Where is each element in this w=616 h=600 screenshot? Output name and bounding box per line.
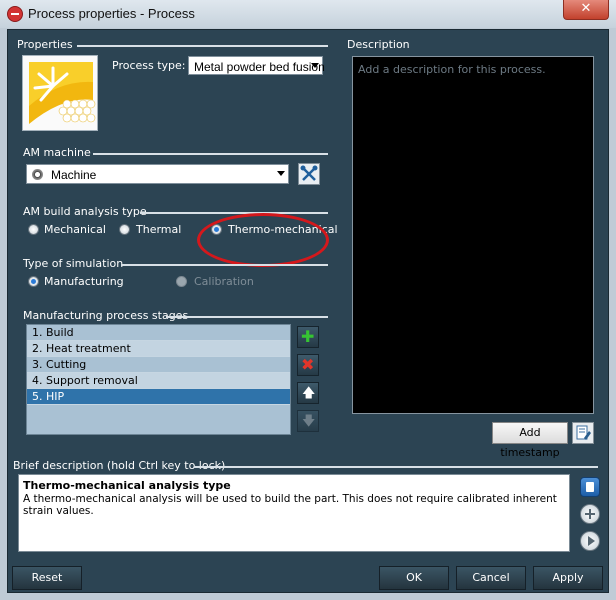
process-type-value: Metal powder bed fusion	[194, 60, 325, 74]
simulation-divider	[121, 264, 328, 266]
list-item[interactable]: 5. HIP	[27, 389, 290, 405]
chevron-down-icon	[277, 171, 285, 176]
delete-icon: ✖	[301, 355, 315, 374]
floppy-disk-icon	[586, 482, 594, 492]
insert-field-button[interactable]	[572, 422, 594, 444]
radio-manufacturing[interactable]	[28, 276, 39, 287]
plus-icon: ✚	[301, 327, 315, 346]
save-brief-button[interactable]	[580, 477, 600, 497]
radio-mechanical[interactable]	[28, 224, 39, 235]
machine-icon	[32, 169, 43, 180]
properties-divider	[77, 45, 328, 47]
list-item[interactable]: 1. Build	[27, 325, 290, 341]
document-pen-icon	[576, 425, 591, 440]
radio-calibration	[176, 276, 187, 287]
dialog-body: Properties Process type: Metal powder be…	[7, 29, 609, 593]
description-section-label: Description	[347, 38, 410, 51]
reset-button[interactable]: Reset	[12, 566, 82, 590]
description-placeholder: Add a description for this process.	[358, 63, 546, 76]
apply-button[interactable]: Apply	[533, 566, 603, 590]
move-up-button[interactable]: 🡅	[297, 382, 319, 404]
move-down-button: 🡇	[297, 410, 319, 432]
process-type-select[interactable]: Metal powder bed fusion	[188, 56, 325, 75]
add-timestamp-button[interactable]: Add timestamp	[492, 422, 568, 459]
app-logo-icon	[7, 6, 23, 22]
title-bar[interactable]: Process properties - Process ✕	[0, 0, 616, 28]
close-button[interactable]: ✕	[563, 0, 609, 20]
highlight-annotation	[197, 213, 329, 267]
radio-thermal[interactable]	[119, 224, 130, 235]
copy-brief-button[interactable]	[580, 504, 600, 524]
play-brief-button[interactable]	[580, 531, 600, 551]
tools-icon	[300, 165, 318, 181]
play-icon	[588, 536, 595, 546]
chevron-down-icon	[311, 63, 319, 68]
am-machine-select[interactable]: Machine	[26, 164, 289, 184]
stages-list[interactable]: 1. Build 2. Heat treatment 3. Cutting 4.…	[26, 324, 291, 435]
add-stage-button[interactable]: ✚	[297, 326, 319, 348]
brief-title: Thermo-mechanical analysis type	[23, 479, 231, 492]
radio-calibration-label: Calibration	[194, 275, 254, 288]
stages-section-label: Manufacturing process stages	[23, 309, 189, 322]
radio-manufacturing-label: Manufacturing	[44, 275, 124, 288]
metal-powder-bed-fusion-icon	[23, 56, 97, 130]
description-textarea[interactable]: Add a description for this process.	[352, 56, 594, 414]
am-machine-section-label: AM machine	[23, 146, 91, 159]
process-type-icon	[22, 55, 98, 131]
list-item[interactable]: 2. Heat treatment	[27, 341, 290, 357]
brief-description-panel: Thermo-mechanical analysis type A thermo…	[18, 474, 570, 552]
simulation-section-label: Type of simulation	[23, 257, 124, 270]
delete-stage-button[interactable]: ✖	[297, 354, 319, 376]
machine-settings-button[interactable]	[298, 163, 320, 185]
ok-button[interactable]: OK	[379, 566, 449, 590]
arrow-up-icon: 🡅	[302, 386, 316, 401]
analysis-type-divider	[140, 212, 328, 214]
analysis-type-section-label: AM build analysis type	[23, 205, 147, 218]
radio-thermal-label: Thermal	[136, 223, 182, 236]
radio-mechanical-label: Mechanical	[44, 223, 106, 236]
process-type-label: Process type:	[112, 59, 186, 72]
list-item[interactable]: 4. Support removal	[27, 373, 290, 389]
list-item[interactable]: 3. Cutting	[27, 357, 290, 373]
dialog-window: Process properties - Process ✕ Propertie…	[0, 0, 616, 600]
brief-divider	[194, 466, 598, 468]
arrow-down-icon: 🡇	[302, 414, 316, 429]
am-machine-divider	[93, 153, 328, 155]
stages-divider	[166, 316, 328, 318]
window-title: Process properties - Process	[28, 6, 195, 21]
cancel-button[interactable]: Cancel	[456, 566, 526, 590]
brief-body: A thermo-mechanical analysis will be use…	[23, 493, 557, 517]
properties-section-label: Properties	[17, 38, 73, 51]
am-machine-value: Machine	[51, 168, 97, 182]
